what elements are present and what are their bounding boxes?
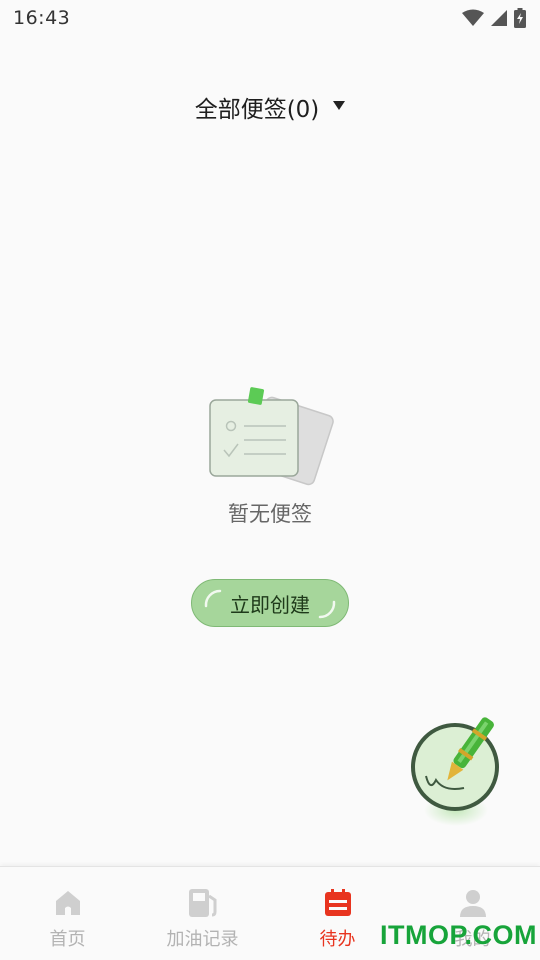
nav-label-fuel-records: 加油记录 [166, 929, 239, 950]
nav-label-home: 首页 [49, 929, 86, 950]
battery-charging-icon [514, 8, 526, 28]
watermark: ITMOP.COM [380, 920, 538, 950]
button-arc-decoration [318, 600, 336, 619]
create-button-label: 立即创建 [230, 592, 310, 617]
calendar-icon [323, 887, 353, 919]
add-note-fab[interactable] [404, 706, 508, 834]
status-icons [462, 8, 526, 28]
wifi-icon [462, 9, 484, 27]
status-time: 16:43 [13, 7, 71, 29]
nav-label-todo: 待办 [319, 929, 356, 950]
empty-state-message: 暂无便签 [228, 502, 312, 526]
nav-item-home[interactable]: 首页 [0, 867, 135, 960]
filter-label: 全部便签(0) [194, 97, 320, 123]
button-arc-decoration [204, 589, 222, 608]
user-icon [458, 887, 488, 919]
sticky-note-icon [204, 384, 334, 494]
create-note-button[interactable]: 立即创建 [191, 579, 349, 627]
nav-item-fuel-records[interactable]: 加油记录 [135, 867, 270, 960]
pen-icon [411, 717, 499, 826]
fuel-pump-icon [187, 887, 219, 919]
header: 全部便签(0) [0, 86, 540, 128]
home-icon [53, 887, 83, 919]
status-bar: 16:43 [0, 0, 540, 36]
note-filter-dropdown[interactable]: 全部便签(0) [195, 90, 346, 124]
cellular-signal-icon [490, 9, 508, 27]
caret-down-icon [333, 100, 346, 110]
